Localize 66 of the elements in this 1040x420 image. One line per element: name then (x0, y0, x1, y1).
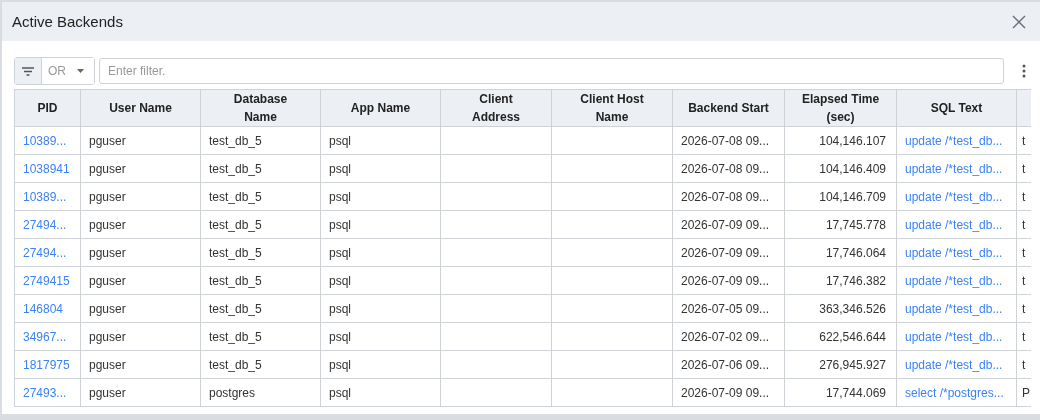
table-cell: 104,146.409 (784, 154, 897, 183)
table-cell: psql (320, 322, 441, 351)
table-cell: psql (320, 210, 441, 239)
table-cell: test_db_5 (200, 322, 321, 351)
table-cell: test_db_5 (200, 210, 321, 239)
table-cell: 622,546.644 (784, 322, 897, 351)
table-cell: pguser (80, 322, 201, 351)
table-cell: pguser (80, 210, 201, 239)
table-cell: 363,346.526 (784, 294, 897, 323)
table-cell: 2026-07-02 09... (672, 322, 785, 351)
table-cell: test_db_5 (200, 154, 321, 183)
table-cell: 2026-07-09 09... (672, 378, 785, 407)
table-cell: 2026-07-08 09... (672, 182, 785, 211)
filter-icon (22, 66, 34, 76)
table-cell: 17,746.382 (784, 266, 897, 295)
column-header[interactable]: App Name (320, 89, 441, 127)
column-header[interactable]: Backend Start (672, 89, 785, 127)
table-cell: 104,146.107 (784, 126, 897, 155)
caret-icon (77, 69, 84, 73)
table-cell: 2026-07-06 09... (672, 350, 785, 379)
table-cell: 17,744.069 (784, 378, 897, 407)
table-cell: psql (320, 266, 441, 295)
table-cell: pguser (80, 238, 201, 267)
column-header[interactable]: Client Address (440, 89, 552, 127)
table-cell: psql (320, 182, 441, 211)
column-header[interactable]: SQL Text (896, 89, 1017, 127)
table-cell: psql (320, 350, 441, 379)
table-cell: 276,945.927 (784, 350, 897, 379)
more-icon[interactable] (1022, 64, 1026, 78)
column-header[interactable]: Elapsed Time (sec) (784, 89, 897, 127)
table-cell: pguser (80, 378, 201, 407)
table-cell: psql (320, 238, 441, 267)
table-cell: test_db_5 (200, 350, 321, 379)
table-cell: test_db_5 (200, 266, 321, 295)
filter-button[interactable] (15, 58, 42, 84)
table-cell: 17,745.778 (784, 210, 897, 239)
table-cell: psql (320, 126, 441, 155)
table-cell: 104,146.709 (784, 182, 897, 211)
table-cell: pguser (80, 294, 201, 323)
table-cell: pguser (80, 266, 201, 295)
dialog-title: Active Backends (12, 13, 123, 30)
column-header[interactable]: Client Host Name (551, 89, 673, 127)
table-cell: pguser (80, 154, 201, 183)
table-cell: 2026-07-05 09... (672, 294, 785, 323)
column-header[interactable]: Database Name (200, 89, 321, 127)
table-cell: 17,746.064 (784, 238, 897, 267)
table-cell: pguser (80, 126, 201, 155)
table-cell: 2026-07-09 09... (672, 238, 785, 267)
table-cell: 2026-07-09 09... (672, 266, 785, 295)
filter-field[interactable]: Enter filter. (99, 58, 1004, 84)
table-cell: 2026-07-08 09... (672, 154, 785, 183)
table-cell: 2026-07-08 09... (672, 126, 785, 155)
table-cell: test_db_5 (200, 294, 321, 323)
table-cell: pguser (80, 350, 201, 379)
column-header[interactable]: PID (14, 89, 81, 127)
table-cell: test_db_5 (200, 182, 321, 211)
table-cell: pguser (80, 182, 201, 211)
table-cell: postgres (200, 378, 321, 407)
table-cell: 2026-07-09 09... (672, 210, 785, 239)
table-cell: psql (320, 378, 441, 407)
table-cell: test_db_5 (200, 238, 321, 267)
table-cell: psql (320, 294, 441, 323)
close-icon[interactable] (1012, 14, 1026, 29)
table-cell: test_db_5 (200, 126, 321, 155)
column-header[interactable]: User Name (80, 89, 201, 127)
table-cell: psql (320, 154, 441, 183)
